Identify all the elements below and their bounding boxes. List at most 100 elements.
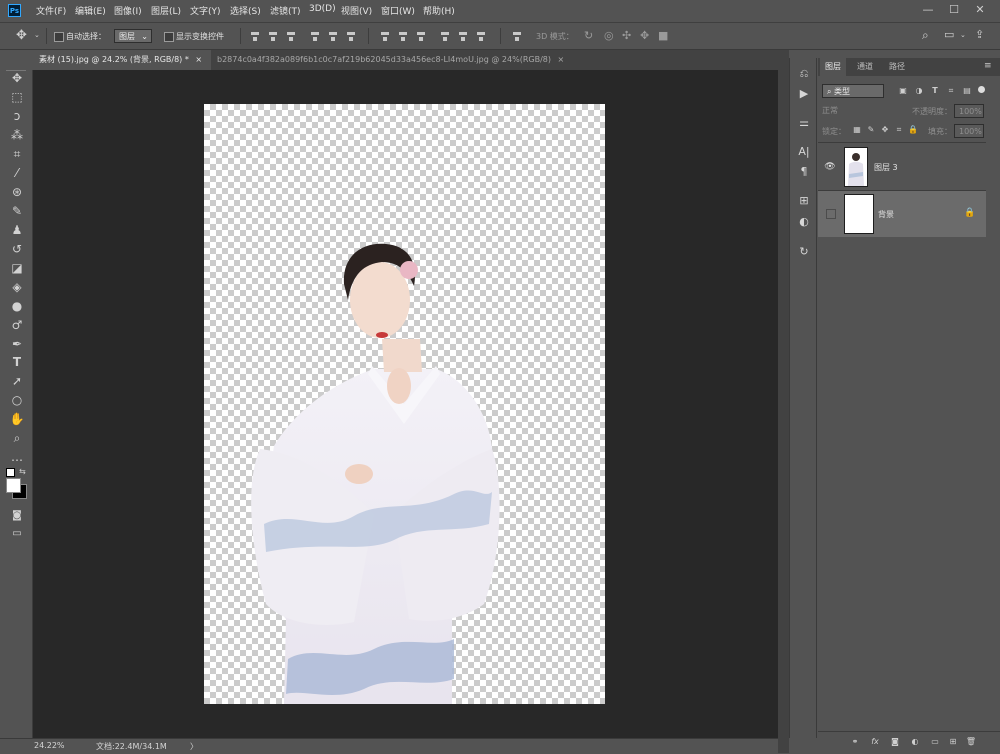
menu-help[interactable]: 帮助(H)	[423, 4, 455, 17]
menu-layer[interactable]: 图层(L)	[151, 4, 181, 17]
distribute-right-icon[interactable]	[476, 31, 486, 42]
link-layers-icon[interactable]: ⚭	[848, 736, 862, 748]
filter-adjustment-icon[interactable]: ◑	[912, 85, 926, 97]
show-transform-checkbox[interactable]	[164, 32, 174, 42]
default-colors-icon[interactable]	[6, 468, 15, 477]
filter-shape-icon[interactable]: ⌗	[944, 85, 958, 97]
hand-icon[interactable]: ✋	[8, 411, 26, 427]
pen-icon[interactable]: ✒	[8, 336, 26, 352]
distribute-bottom-icon[interactable]	[416, 31, 426, 42]
align-hcenter-icon[interactable]	[328, 31, 338, 42]
distribute-left-icon[interactable]	[440, 31, 450, 42]
3d-roll-icon[interactable]: ◎	[604, 29, 614, 42]
close-icon[interactable]: ×	[558, 55, 565, 64]
distribute-top-icon[interactable]	[380, 31, 390, 42]
align-top-icon[interactable]	[250, 31, 260, 42]
new-layer-icon[interactable]: ⊞	[946, 736, 960, 748]
auto-align-icon[interactable]	[512, 31, 522, 42]
tab-layers[interactable]: 图层	[820, 58, 846, 76]
swatches-icon[interactable]: ↻	[796, 244, 812, 260]
foreground-color-swatch[interactable]	[6, 478, 21, 493]
blend-mode-dropdown[interactable]: 正常	[822, 104, 908, 118]
screen-mode-icon[interactable]: ▭	[8, 526, 26, 542]
type-icon[interactable]: T	[8, 354, 26, 370]
visibility-eye-icon[interactable]: 👁	[824, 161, 836, 173]
3d-slide-icon[interactable]: ✥	[640, 29, 649, 42]
chevron-down-icon[interactable]: ⌄	[34, 31, 40, 39]
document-canvas[interactable]	[204, 104, 605, 704]
quick-mask-icon[interactable]: ◙	[8, 508, 26, 524]
history-brush-icon[interactable]: ↺	[8, 241, 26, 257]
menu-edit[interactable]: 编辑(E)	[75, 4, 106, 17]
share-icon[interactable]: ⇪	[975, 28, 984, 41]
menu-window[interactable]: 窗口(W)	[381, 4, 415, 17]
auto-select-checkbox[interactable]	[54, 32, 64, 42]
lock-image-icon[interactable]: ✎	[864, 124, 878, 136]
paragraph-icon[interactable]: ¶	[796, 164, 812, 180]
3d-orbit-icon[interactable]: ↻	[584, 29, 593, 42]
layer-name[interactable]: 图层 3	[874, 162, 898, 173]
opacity-input[interactable]: 100%	[954, 104, 984, 118]
marquee-icon[interactable]: ⬚	[8, 89, 26, 105]
close-icon[interactable]: ×	[195, 55, 202, 64]
distribute-vcenter-icon[interactable]	[398, 31, 408, 42]
zoom-icon[interactable]: ⌕	[8, 430, 26, 446]
layer-name[interactable]: 背景	[878, 209, 894, 220]
menu-select[interactable]: 选择(S)	[230, 4, 261, 17]
layer-filter-dropdown[interactable]: ⌕ 类型	[822, 84, 884, 98]
filter-smart-object-icon[interactable]: ▤	[960, 85, 974, 97]
lock-artboard-icon[interactable]: ⌗	[892, 124, 906, 136]
path-select-icon[interactable]: ➚	[8, 373, 26, 389]
workspace-icon[interactable]: ▭	[944, 28, 954, 41]
adjustment-layer-icon[interactable]: ◐	[908, 736, 922, 748]
layer-row[interactable]: 👁 图层 3	[818, 144, 986, 190]
tab-document-1[interactable]: 素材 (15).jpg @ 24.2% (背景, RGB/8) * ×	[33, 50, 211, 70]
filter-pixel-icon[interactable]: ▣	[896, 85, 910, 97]
move-tool-icon[interactable]: ✥	[16, 28, 27, 43]
fill-input[interactable]: 100%	[954, 124, 984, 138]
menu-view[interactable]: 视图(V)	[341, 4, 372, 17]
filter-type-icon[interactable]: T	[928, 85, 942, 97]
auto-select-dropdown[interactable]: 图层 ⌄	[114, 29, 152, 43]
3d-camera-icon[interactable]: ■	[658, 29, 668, 42]
layer-style-icon[interactable]: fx	[868, 736, 882, 748]
chevron-down-icon[interactable]: ⌄	[960, 31, 966, 39]
filter-toggle[interactable]	[978, 86, 985, 93]
adjustments-icon[interactable]: ⚌	[796, 115, 812, 131]
status-menu-arrow[interactable]: 〉	[190, 741, 198, 752]
search-icon[interactable]: ⌕	[922, 28, 929, 43]
tab-paths[interactable]: 路径	[884, 58, 910, 76]
dodge-icon[interactable]: ♂	[8, 317, 26, 333]
align-bottom-icon[interactable]	[286, 31, 296, 42]
maximize-button[interactable]: ☐	[944, 2, 964, 18]
more-tools-icon[interactable]: …	[8, 449, 26, 465]
tab-document-2[interactable]: b2874c0a4f382a089f6b1c0c7af219b62045d33a…	[211, 50, 601, 70]
move-icon[interactable]: ✥	[8, 70, 26, 86]
ellipse-icon[interactable]: ○	[8, 392, 26, 408]
blur-icon[interactable]: ●	[8, 298, 26, 314]
brush-icon[interactable]: ✎	[8, 203, 26, 219]
history-icon[interactable]: ⎌	[796, 66, 812, 82]
layer-row-selected[interactable]: 背景 🔒	[818, 191, 986, 237]
menu-file[interactable]: 文件(F)	[36, 4, 66, 17]
actions-play-icon[interactable]: ▶	[796, 86, 812, 102]
menu-3d[interactable]: 3D(D)	[309, 4, 336, 14]
visibility-off-box[interactable]	[826, 209, 836, 219]
menu-filter[interactable]: 滤镜(T)	[270, 4, 301, 17]
3d-pan-icon[interactable]: ✣	[622, 29, 631, 42]
color-icon[interactable]: ◐	[796, 214, 812, 230]
clone-stamp-icon[interactable]: ♟	[8, 222, 26, 238]
eraser-icon[interactable]: ◪	[8, 260, 26, 276]
align-vcenter-icon[interactable]	[268, 31, 278, 42]
swap-colors-icon[interactable]: ⇆	[19, 467, 26, 476]
tab-channels[interactable]: 通道	[852, 58, 878, 76]
zoom-level[interactable]: 24.22%	[34, 741, 65, 750]
close-window-button[interactable]: ✕	[970, 2, 990, 18]
lock-position-icon[interactable]: ✥	[878, 124, 892, 136]
distribute-hcenter-icon[interactable]	[458, 31, 468, 42]
new-group-icon[interactable]: ▭	[928, 736, 942, 748]
crop-icon[interactable]: ⌗	[8, 146, 26, 162]
healing-brush-icon[interactable]: ⊛	[8, 184, 26, 200]
character-icon[interactable]: A|	[796, 144, 812, 160]
minimize-button[interactable]: —	[918, 2, 938, 18]
